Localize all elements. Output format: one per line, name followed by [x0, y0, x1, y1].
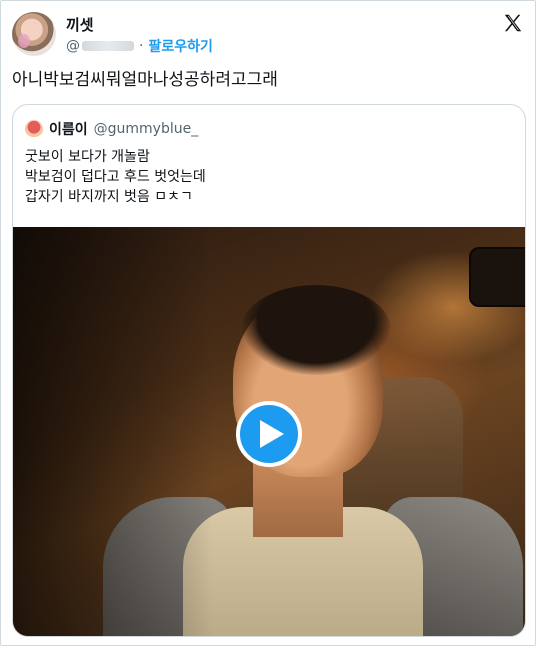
quoted-author-avatar: [25, 120, 43, 138]
author-avatar[interactable]: [12, 12, 56, 56]
hair: [241, 285, 391, 375]
author-handle-row: @ · 팔로우하기: [66, 36, 213, 56]
tweet-text: 아니박보검씨뭐얼마나성공하려고그래: [12, 70, 278, 90]
quoted-tweet[interactable]: 이름이 @gummyblue_ 굿보이 보다가 개놀람 박보검이 덥다고 후드 …: [12, 104, 526, 637]
x-logo-icon[interactable]: [502, 12, 524, 34]
rearview-mirror: [469, 247, 525, 307]
tweet-header: 끼셋 @ · 팔로우하기: [12, 8, 526, 58]
quoted-tweet-text: 굿보이 보다가 개놀람 박보검이 덥다고 후드 벗엇는데 갑자기 바지까지 벗음…: [25, 147, 206, 207]
play-icon: [259, 420, 284, 448]
quoted-tweet-header: 이름이 @gummyblue_: [25, 119, 198, 139]
quoted-tweet-line: 박보검이 덥다고 후드 벗엇는데: [25, 169, 206, 185]
play-button[interactable]: [236, 401, 302, 467]
quoted-tweet-line: 갑자기 바지까지 벗음 ㅁㅊㄱ: [25, 189, 193, 205]
video-thumbnail[interactable]: [13, 227, 525, 636]
author-handle-prefix: @: [66, 38, 80, 54]
separator-dot: ·: [139, 38, 144, 54]
quoted-author-handle: @gummyblue_: [93, 121, 199, 137]
quoted-author-name: 이름이: [49, 122, 88, 138]
author-name[interactable]: 끼셋: [66, 14, 94, 35]
shadow-overlay: [13, 227, 213, 636]
quoted-tweet-line: 굿보이 보다가 개놀람: [25, 149, 150, 165]
redacted-handle: [82, 41, 134, 51]
follow-button[interactable]: 팔로우하기: [148, 36, 212, 56]
